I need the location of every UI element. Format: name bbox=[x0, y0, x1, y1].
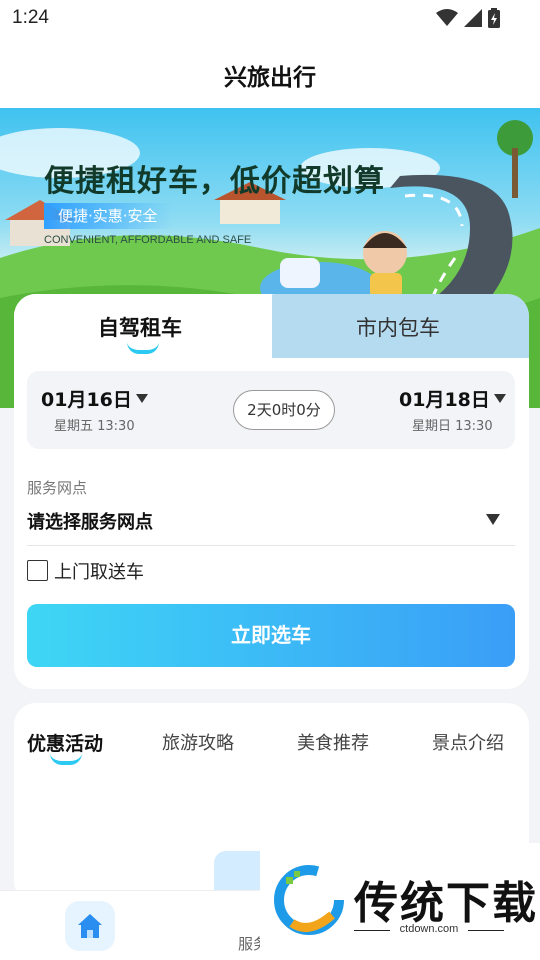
outlet-select[interactable]: 请选择服务网点 bbox=[27, 508, 153, 534]
caret-down-icon bbox=[493, 394, 506, 403]
signal-icon bbox=[464, 9, 482, 27]
watermark-logo-icon bbox=[274, 865, 344, 935]
delivery-checkbox-label[interactable]: 上门取送车 bbox=[54, 558, 144, 584]
pickup-date-label: 01月16日 bbox=[41, 389, 132, 411]
delivery-checkbox[interactable] bbox=[27, 560, 48, 581]
nav-home[interactable] bbox=[65, 901, 115, 951]
pickup-date[interactable]: 01月16日 bbox=[41, 385, 148, 412]
pickup-time: 星期五 13:30 bbox=[54, 419, 135, 434]
date-range-picker: 01月16日 星期五 13:30 2天0时0分 01月18日 星期日 13:30 bbox=[27, 371, 515, 449]
select-car-button[interactable]: 立即选车 bbox=[27, 604, 515, 667]
duration-badge: 2天0时0分 bbox=[233, 390, 335, 430]
divider bbox=[468, 930, 504, 931]
outlet-label: 服务网点 bbox=[27, 479, 88, 497]
status-icons bbox=[436, 8, 500, 28]
page-title: 兴旅出行 bbox=[224, 65, 316, 91]
tab-promotions[interactable]: 优惠活动 bbox=[27, 729, 103, 756]
watermark-text: 传统下载 bbox=[354, 878, 538, 929]
tab-travel-guide[interactable]: 旅游攻略 bbox=[162, 729, 234, 755]
tab-attractions[interactable]: 景点介绍 bbox=[432, 729, 504, 755]
return-time: 星期日 13:30 bbox=[412, 419, 493, 434]
battery-icon bbox=[488, 8, 500, 28]
wifi-icon bbox=[436, 9, 458, 26]
tab-city-charter-label: 市内包车 bbox=[356, 316, 440, 340]
banner-tags: 便捷·实惠·安全 bbox=[44, 203, 172, 229]
banner-headline: 便捷租好车，低价超划算 bbox=[44, 164, 385, 199]
banner-english: CONVENIENT, AFFORDABLE AND SAFE bbox=[44, 234, 252, 246]
tab-self-drive-label: 自驾租车 bbox=[98, 316, 182, 340]
watermark-url: ctdown.com bbox=[399, 923, 459, 935]
app-header: 兴旅出行 bbox=[0, 36, 540, 108]
return-date[interactable]: 01月18日 bbox=[399, 385, 506, 412]
active-tab-indicator bbox=[50, 753, 82, 765]
status-time: 1:24 bbox=[12, 7, 49, 28]
booking-tabs: 自驾租车 市内包车 bbox=[14, 294, 529, 358]
caret-down-icon bbox=[135, 394, 148, 403]
watermark: 传统下载 ctdown.com bbox=[260, 843, 540, 960]
booking-card: 自驾租车 市内包车 01月16日 星期五 13:30 2天0时0分 01月18日… bbox=[14, 294, 529, 689]
home-icon bbox=[78, 914, 102, 938]
caret-down-icon[interactable] bbox=[486, 514, 500, 525]
divider bbox=[27, 545, 515, 546]
tab-food[interactable]: 美食推荐 bbox=[297, 729, 369, 755]
status-bar: 1:24 bbox=[0, 0, 540, 36]
return-date-label: 01月18日 bbox=[399, 389, 490, 411]
